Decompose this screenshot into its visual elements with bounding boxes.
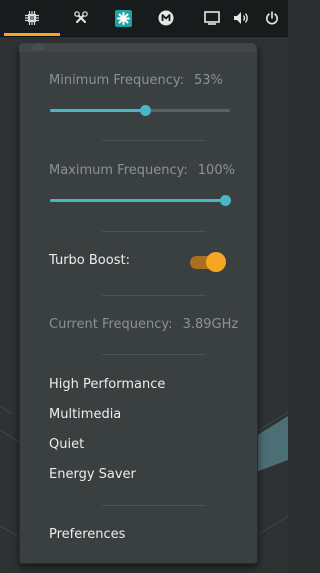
separator <box>102 295 206 296</box>
slider-fill <box>50 199 230 202</box>
slider-handle[interactable] <box>140 105 151 116</box>
turbo-boost-label: Turbo Boost: <box>49 253 130 268</box>
max-frequency-label: Maximum Frequency: <box>49 163 188 178</box>
tools-icon <box>74 11 88 25</box>
mega-indicator-button[interactable] <box>155 0 177 36</box>
min-frequency-label: Minimum Frequency: <box>49 73 184 88</box>
max-frequency-slider[interactable] <box>50 193 231 209</box>
tools-indicator-button[interactable] <box>70 0 92 36</box>
mega-icon <box>158 10 174 26</box>
cpufreq-popup-menu <box>19 44 258 564</box>
min-frequency-slider[interactable] <box>50 103 230 119</box>
power-indicator-button[interactable] <box>261 0 283 36</box>
preferences-menu-item[interactable]: Preferences <box>49 527 125 542</box>
volume-indicator-button[interactable] <box>231 0 253 36</box>
profile-quiet[interactable]: Quiet <box>49 437 84 452</box>
top-panel <box>0 0 288 37</box>
app-indicator-icon <box>114 9 132 27</box>
toggle-knob <box>206 252 226 272</box>
separator <box>102 505 206 506</box>
cpufreq-indicator-button[interactable] <box>4 0 60 36</box>
current-frequency-row: Current Frequency: 3.89GHz <box>49 317 238 332</box>
popup-arrow <box>30 42 46 50</box>
popup-header-strip <box>19 43 256 52</box>
display-icon <box>204 11 220 25</box>
separator <box>102 231 206 232</box>
cpufreq-icon <box>24 10 40 26</box>
power-icon <box>265 11 279 25</box>
current-frequency-label: Current Frequency: <box>49 317 173 332</box>
app-indicator-button[interactable] <box>112 0 134 36</box>
profile-multimedia[interactable]: Multimedia <box>49 407 121 422</box>
min-frequency-value: 53% <box>193 73 223 88</box>
separator <box>102 140 206 141</box>
current-frequency-value: 3.89GHz <box>182 317 239 332</box>
profile-energy-saver[interactable]: Energy Saver <box>49 467 136 482</box>
separator <box>102 354 206 355</box>
slider-handle[interactable] <box>220 195 231 206</box>
volume-icon <box>233 11 251 25</box>
active-indicator-underline <box>4 33 60 36</box>
turbo-boost-toggle[interactable] <box>190 252 226 272</box>
min-frequency-row: Minimum Frequency: 53% <box>49 73 223 88</box>
max-frequency-value: 100% <box>197 163 235 178</box>
display-indicator-button[interactable] <box>201 0 223 36</box>
profile-high-performance[interactable]: High Performance <box>49 377 165 392</box>
slider-fill <box>50 109 145 112</box>
max-frequency-row: Maximum Frequency: 100% <box>49 163 235 178</box>
